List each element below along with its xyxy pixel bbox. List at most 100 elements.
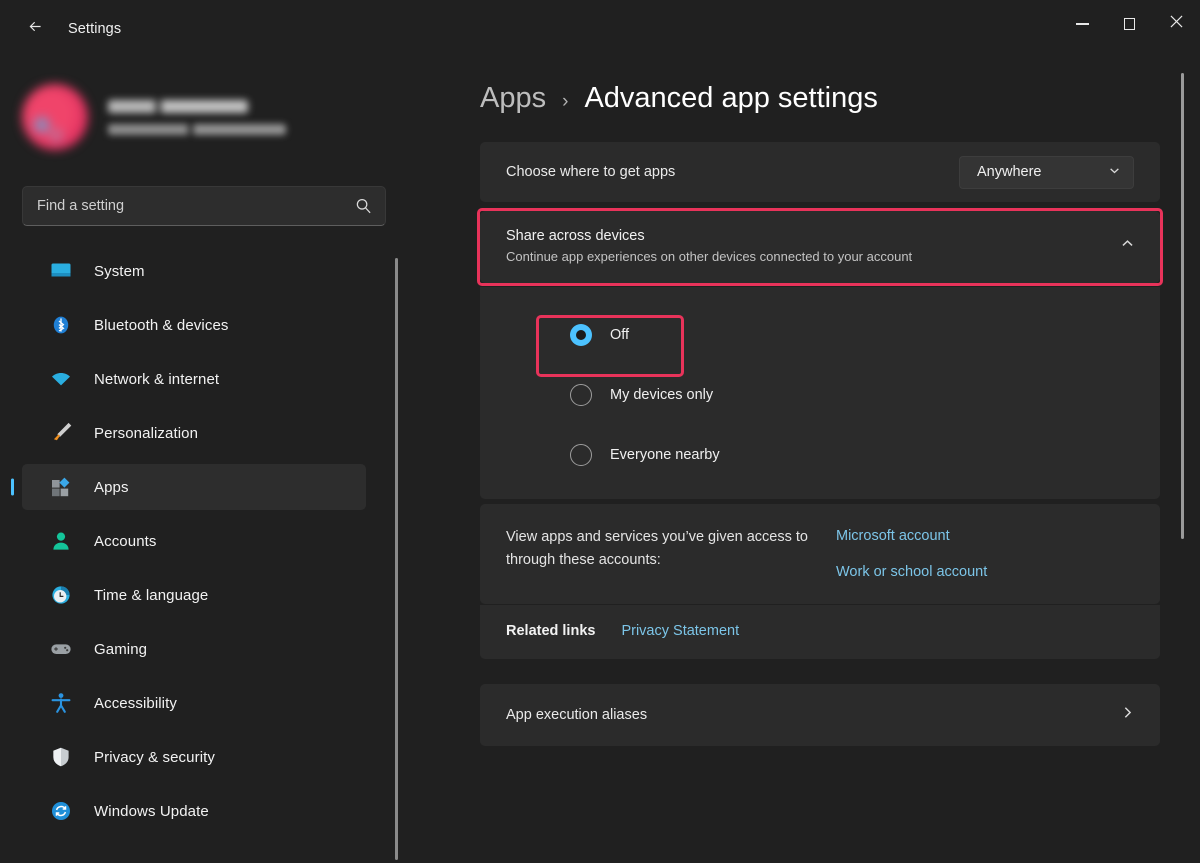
sidebar-item-time-language[interactable]: Time & language xyxy=(22,572,366,618)
sidebar-item-personalization[interactable]: Personalization xyxy=(22,410,366,456)
chevron-up-icon[interactable] xyxy=(1121,237,1134,255)
person-icon xyxy=(50,530,72,552)
app-execution-aliases-label: App execution aliases xyxy=(506,707,648,723)
sidebar-item-label: Bluetooth & devices xyxy=(94,316,229,334)
get-apps-label: Choose where to get apps xyxy=(506,164,676,180)
microsoft-account-link[interactable]: Microsoft account xyxy=(836,528,987,544)
sidebar-item-apps[interactable]: Apps xyxy=(22,464,366,510)
share-across-devices-subtitle: Continue app experiences on other device… xyxy=(506,249,913,264)
related-links-title: Related links xyxy=(506,623,596,639)
close-button[interactable] xyxy=(1153,0,1200,48)
settings-cards: Choose where to get apps Anywhere Share … xyxy=(477,142,1163,746)
get-apps-row: Choose where to get apps Anywhere xyxy=(480,142,1160,202)
clock-icon xyxy=(50,584,72,606)
share-across-devices-card: Share across devices Continue app experi… xyxy=(477,208,1163,499)
sidebar-item-label: Network & internet xyxy=(94,370,220,388)
user-profile[interactable] xyxy=(0,58,410,170)
sidebar-item-accounts[interactable]: Accounts xyxy=(22,518,366,564)
title-bar: Settings xyxy=(0,0,1200,58)
share-across-devices-title: Share across devices xyxy=(506,228,645,244)
apps-grid-icon xyxy=(50,476,72,498)
work-or-school-account-link[interactable]: Work or school account xyxy=(836,564,987,580)
sidebar-item-bluetooth-devices[interactable]: Bluetooth & devices xyxy=(22,302,366,348)
maximize-button[interactable] xyxy=(1106,0,1153,48)
window-body: System Bluetooth & devices Network & int… xyxy=(0,58,1200,863)
sidebar-item-system[interactable]: System xyxy=(22,248,366,294)
main-scrollbar-thumb[interactable] xyxy=(1181,73,1184,539)
sidebar-item-label: System xyxy=(94,262,145,280)
app-title: Settings xyxy=(68,21,122,37)
accounts-access-text: View apps and services you’ve given acce… xyxy=(506,529,808,569)
avatar xyxy=(22,84,88,150)
radio-option-off[interactable]: Off xyxy=(480,313,1160,377)
sidebar-item-label: Time & language xyxy=(94,586,209,604)
share-across-devices-header[interactable]: Share across devices Continue app experi… xyxy=(477,208,1163,286)
get-apps-card: Choose where to get apps Anywhere xyxy=(480,142,1160,202)
privacy-statement-link[interactable]: Privacy Statement xyxy=(621,623,739,639)
app-execution-aliases-row[interactable]: App execution aliases xyxy=(480,684,1160,746)
settings-window: Settings Find a setting System Bluetooth… xyxy=(0,0,1200,863)
window-controls xyxy=(1059,0,1200,48)
chevron-right-icon xyxy=(1121,706,1134,724)
breadcrumb-separator: › xyxy=(562,91,569,112)
radio-option-everyone-nearby[interactable]: Everyone nearby xyxy=(480,417,1160,477)
profile-text xyxy=(108,99,286,135)
related-links-card: Related links Privacy Statement xyxy=(480,605,1160,659)
sidebar-item-label: Accessibility xyxy=(94,694,177,712)
sidebar-item-privacy-security[interactable]: Privacy & security xyxy=(22,734,366,780)
wifi-icon xyxy=(50,368,72,390)
share-across-devices-text: Share across devices Continue app experi… xyxy=(506,228,912,264)
sidebar-item-gaming[interactable]: Gaming xyxy=(22,626,366,672)
bluetooth-icon xyxy=(50,314,72,336)
chevron-down-icon xyxy=(1109,164,1120,180)
close-icon xyxy=(1170,15,1183,33)
search-container xyxy=(0,170,410,226)
search-input[interactable] xyxy=(23,198,385,214)
sidebar-item-label: Apps xyxy=(94,478,129,496)
accessibility-person-icon xyxy=(50,692,72,714)
get-apps-dropdown[interactable]: Anywhere xyxy=(959,155,1134,189)
sidebar-scrollbar-thumb[interactable] xyxy=(395,258,398,860)
related-links-row: Related links Privacy Statement xyxy=(480,605,1160,659)
share-across-devices-options: Off My devices only Everyone nearby xyxy=(480,287,1160,499)
radio-option-my-devices-only[interactable]: My devices only xyxy=(480,357,1160,417)
radio-indicator xyxy=(570,444,592,466)
paintbrush-icon xyxy=(50,422,72,444)
radio-indicator-selected xyxy=(570,324,592,346)
minimize-button[interactable] xyxy=(1059,0,1106,48)
sidebar-item-label: Accounts xyxy=(94,532,157,550)
get-apps-selected-value: Anywhere xyxy=(977,164,1042,180)
sidebar-nav: System Bluetooth & devices Network & int… xyxy=(0,248,410,863)
shield-icon xyxy=(50,746,72,768)
radio-label: Off xyxy=(610,327,630,343)
search-icon xyxy=(355,198,372,215)
maximize-icon xyxy=(1123,18,1136,30)
back-button[interactable] xyxy=(14,12,56,46)
sidebar-scrollbar[interactable] xyxy=(395,258,398,860)
radio-label: Everyone nearby xyxy=(610,447,720,463)
page-title: Advanced app settings xyxy=(584,82,878,114)
sidebar-item-label: Personalization xyxy=(94,424,199,442)
main-content: Apps › Advanced app settings Choose wher… xyxy=(410,58,1200,863)
gamepad-icon xyxy=(50,638,72,660)
radio-indicator xyxy=(570,384,592,406)
main-scrollbar[interactable] xyxy=(1181,73,1184,539)
accounts-access-card: View apps and services you’ve given acce… xyxy=(480,504,1160,604)
refresh-circle-icon xyxy=(50,800,72,822)
user-email-redacted xyxy=(108,123,286,135)
accounts-access-row: View apps and services you’ve given acce… xyxy=(480,504,1160,604)
user-name-redacted xyxy=(108,99,248,113)
radio-label: My devices only xyxy=(610,387,714,403)
breadcrumb-parent[interactable]: Apps xyxy=(480,82,546,115)
accounts-access-links: Microsoft account Work or school account xyxy=(836,526,987,580)
breadcrumb: Apps › Advanced app settings xyxy=(480,82,1200,115)
minimize-icon xyxy=(1076,23,1089,25)
sidebar-item-accessibility[interactable]: Accessibility xyxy=(22,680,366,726)
search-box[interactable] xyxy=(22,186,386,226)
monitor-icon xyxy=(50,260,72,282)
sidebar-item-network-internet[interactable]: Network & internet xyxy=(22,356,366,402)
sidebar-item-label: Gaming xyxy=(94,640,148,658)
sidebar-item-windows-update[interactable]: Windows Update xyxy=(22,788,366,834)
sidebar-item-label: Windows Update xyxy=(94,802,209,820)
sidebar-item-label: Privacy & security xyxy=(94,748,215,766)
